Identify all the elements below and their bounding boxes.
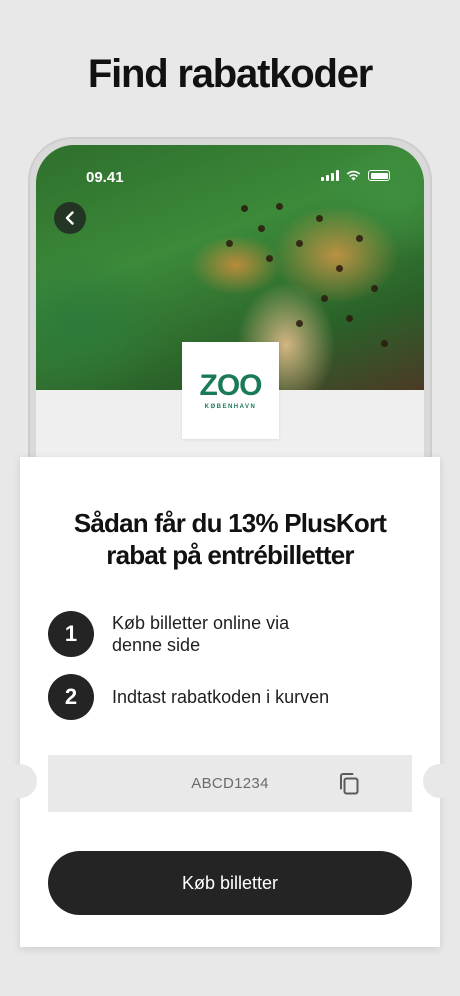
phone-screen: 09.41 ZOO KØBENHAVN [36,145,424,475]
step-text: Indtast rabatkoden i kurven [112,686,412,708]
back-button[interactable] [54,202,86,234]
ticket-notch-left [3,764,37,798]
discount-code[interactable]: ABCD1234 [191,775,268,792]
buy-tickets-button[interactable]: Køb billetter [48,851,412,915]
ticket-notch-right [423,764,457,798]
card-title: Sådan får du 13% PlusKort rabat på entré… [20,507,440,571]
step-1: 1 Køb billetter online via denne side [48,611,352,657]
discount-code-field[interactable]: ABCD1234 [48,755,412,812]
discount-card: Sådan får du 13% PlusKort rabat på entré… [20,457,440,947]
wifi-icon [346,170,361,181]
step-number-badge: 1 [48,611,94,657]
logo-subtitle: KØBENHAVN [204,404,257,410]
status-time: 09.41 [86,169,124,186]
signal-icon [321,170,339,181]
card-title-line-1: Sådan får du 13% PlusKort [73,508,387,538]
logo-word: ZOO [199,369,263,402]
card-title-line-2: rabat på entrébilletter [106,540,354,570]
status-icons [321,170,390,181]
battery-icon [368,170,390,181]
step-text-line: Indtast rabatkoden i kurven [112,687,330,707]
step-text: Køb billetter online via denne side [112,612,352,656]
chevron-left-icon [65,211,74,225]
step-text-line: Køb billetter online via [112,613,290,633]
zoo-logo: ZOO KØBENHAVN [182,342,279,439]
step-number-badge: 2 [48,674,94,720]
headline: Find rabatkoder [87,52,373,96]
step-2: 2 Indtast rabatkoden i kurven [48,674,412,720]
step-text-line: denne side [112,635,201,655]
copy-icon[interactable] [338,772,360,796]
